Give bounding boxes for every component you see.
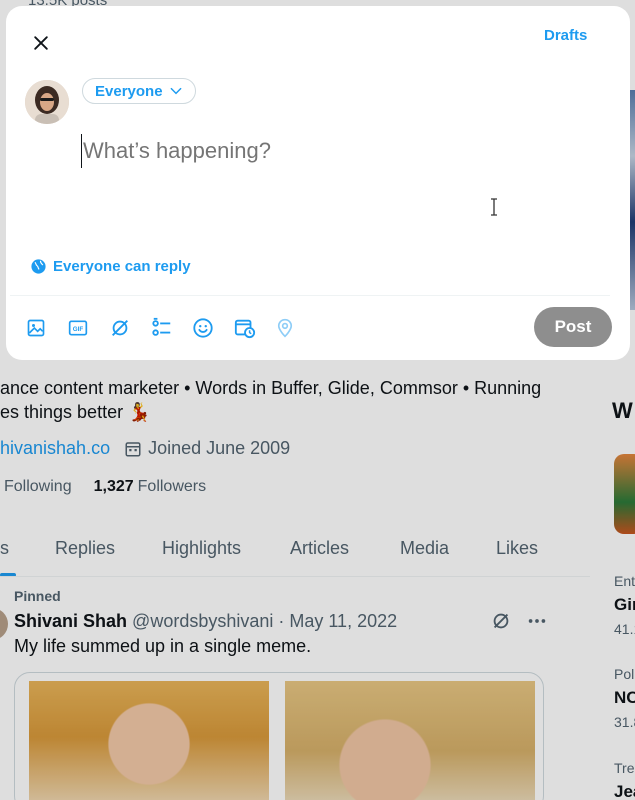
poll-button[interactable] — [151, 316, 193, 340]
location-button[interactable] — [275, 316, 317, 340]
audience-selector[interactable]: Everyone — [82, 78, 196, 104]
location-icon — [277, 318, 293, 338]
compose-toolbar: GIF — [26, 316, 317, 340]
close-button[interactable] — [24, 26, 58, 60]
reply-setting-label: Everyone can reply — [53, 258, 191, 275]
compose-modal: Drafts Everyone Everyone can reply GIF — [6, 6, 630, 360]
text-cursor-icon — [491, 198, 497, 216]
post-button[interactable]: Post — [534, 307, 612, 347]
compose-text-input[interactable] — [81, 134, 611, 168]
grok-icon — [112, 320, 128, 336]
emoji-button[interactable] — [192, 316, 234, 340]
schedule-icon — [234, 319, 255, 339]
close-icon — [34, 36, 48, 50]
media-button[interactable] — [26, 316, 68, 340]
svg-text:GIF: GIF — [72, 326, 83, 333]
image-icon — [27, 319, 45, 337]
gif-icon: GIF — [68, 320, 87, 336]
compose-divider — [10, 295, 610, 296]
poll-icon — [151, 317, 170, 336]
globe-icon — [31, 259, 46, 274]
avatar[interactable] — [25, 80, 69, 124]
audience-label: Everyone — [95, 82, 163, 100]
schedule-button[interactable] — [234, 316, 276, 340]
chevron-down-icon — [170, 87, 181, 95]
reply-setting-button[interactable]: Everyone can reply — [30, 258, 191, 275]
emoji-icon — [193, 318, 213, 338]
gif-button[interactable]: GIF — [68, 316, 110, 340]
user-photo — [25, 80, 69, 124]
grok-button[interactable] — [109, 316, 151, 340]
drafts-button[interactable]: Drafts — [544, 27, 587, 44]
